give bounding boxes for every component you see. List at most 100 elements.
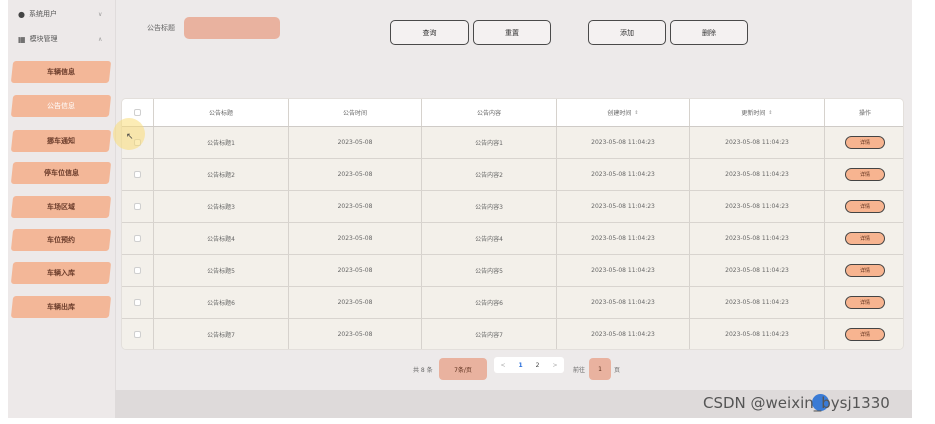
cell-action: 详情	[825, 287, 903, 318]
sort-icon[interactable]: ⇕	[634, 110, 638, 116]
cell-created: 2023-05-08 11:04:23	[557, 255, 690, 286]
next-page-button[interactable]: >	[552, 362, 557, 369]
row-select-cell	[122, 287, 154, 318]
cell-action: 详情	[825, 255, 903, 286]
sidebar-item-label: 车辆信息	[47, 68, 75, 76]
query-button[interactable]: 查询	[390, 20, 469, 45]
sidebar-item-space-reservation[interactable]: 车位预约	[10, 229, 112, 251]
table-row: 公告标题5 2023-05-08 公告内容5 2023-05-08 11:04:23 2…	[122, 255, 903, 287]
row-select-cell	[122, 319, 154, 349]
sidebar-item-lot-area[interactable]: 车场区域	[10, 196, 112, 218]
goto-suffix: 页	[614, 366, 621, 374]
cell-updated: 2023-05-08 11:04:23	[690, 159, 825, 190]
cell-time: 2023-05-08	[289, 319, 422, 349]
page-number-2[interactable]: 2	[536, 362, 540, 369]
sidebar-item-vehicle-info[interactable]: 车辆信息	[10, 61, 112, 83]
row-checkbox[interactable]	[134, 203, 141, 210]
cell-title: 公告标题2	[154, 159, 289, 190]
sidebar-item-label: 公告信息	[47, 102, 75, 110]
cell-time: 2023-05-08	[289, 287, 422, 318]
cell-action: 详情	[825, 159, 903, 190]
row-checkbox[interactable]	[134, 171, 141, 178]
row-checkbox[interactable]	[134, 235, 141, 242]
cell-time: 2023-05-08	[289, 255, 422, 286]
cell-title: 公告标题7	[154, 319, 289, 349]
sidebar-item-label: 挪车通知	[47, 137, 75, 145]
cell-updated: 2023-05-08 11:04:23	[690, 255, 825, 286]
sidebar-item-label: 停车位信息	[43, 169, 79, 177]
header-created-label: 创建时间	[607, 110, 632, 117]
cell-time: 2023-05-08	[289, 127, 422, 158]
select-all-checkbox[interactable]	[134, 109, 141, 116]
watermark-text: CSDN @weixin_bysj1330	[703, 394, 890, 412]
add-button[interactable]: 添加	[588, 20, 666, 45]
cell-content: 公告内容3	[422, 191, 557, 222]
prev-page-button[interactable]: <	[500, 362, 505, 369]
header-content: 公告内容	[422, 99, 557, 126]
row-select-cell	[122, 159, 154, 190]
cell-content: 公告内容7	[422, 319, 557, 349]
detail-button[interactable]: 详情	[845, 232, 885, 245]
reset-button[interactable]: 重置	[473, 20, 551, 45]
cell-time: 2023-05-08	[289, 159, 422, 190]
detail-button[interactable]: 详情	[845, 168, 885, 181]
table-row: 公告标题4 2023-05-08 公告内容4 2023-05-08 11:04:23 2…	[122, 223, 903, 255]
sidebar-group-users[interactable]: ● 系统用户 ∨	[18, 6, 102, 22]
sort-icon[interactable]: ⇕	[768, 110, 772, 116]
sidebar-item-vehicle-exit[interactable]: 车辆出库	[10, 296, 112, 318]
cell-action: 详情	[825, 191, 903, 222]
sidebar-item-notice-info[interactable]: 公告信息	[10, 95, 112, 117]
row-select-cell	[122, 223, 154, 254]
cell-time: 2023-05-08	[289, 223, 422, 254]
cell-title: 公告标题4	[154, 223, 289, 254]
detail-button[interactable]: 详情	[845, 296, 885, 309]
cell-created: 2023-05-08 11:04:23	[557, 223, 690, 254]
detail-button[interactable]: 详情	[845, 264, 885, 277]
row-checkbox[interactable]	[134, 331, 141, 338]
filter-title-input[interactable]	[184, 17, 280, 39]
header-updated[interactable]: 更新时间 ⇕	[690, 99, 825, 126]
cell-updated: 2023-05-08 11:04:23	[690, 319, 825, 349]
table-row: 公告标题7 2023-05-08 公告内容7 2023-05-08 11:04:23 2…	[122, 319, 903, 349]
delete-button[interactable]: 删除	[670, 20, 748, 45]
detail-button[interactable]: 详情	[845, 136, 885, 149]
sidebar-group-label: 模块管理	[29, 35, 58, 43]
page-number-1[interactable]: 1	[518, 362, 522, 369]
detail-button[interactable]: 详情	[845, 200, 885, 213]
row-select-cell	[122, 255, 154, 286]
sidebar-group-modules[interactable]: ▦ 模块管理 ∧	[18, 31, 102, 47]
sidebar-item-move-car-notice[interactable]: 挪车通知	[10, 130, 112, 152]
cell-action: 详情	[825, 319, 903, 349]
cell-created: 2023-05-08 11:04:23	[557, 287, 690, 318]
cell-content: 公告内容5	[422, 255, 557, 286]
sidebar-item-parking-space-info[interactable]: 停车位信息	[10, 162, 112, 184]
sidebar-item-vehicle-entry[interactable]: 车辆入库	[10, 262, 112, 284]
filter-title-label: 公告标题	[147, 24, 175, 32]
table-row: 公告标题1 2023-05-08 公告内容1 2023-05-08 11:04:23 2…	[122, 127, 903, 159]
header-created[interactable]: 创建时间 ⇕	[557, 99, 690, 126]
user-icon: ●	[18, 9, 25, 19]
cell-updated: 2023-05-08 11:04:23	[690, 223, 825, 254]
table-row: 公告标题6 2023-05-08 公告内容6 2023-05-08 11:04:23 2…	[122, 287, 903, 319]
cell-title: 公告标题5	[154, 255, 289, 286]
grid-icon: ▦	[18, 34, 26, 44]
cell-created: 2023-05-08 11:04:23	[557, 127, 690, 158]
table-header: 公告标题 公告时间 公告内容 创建时间 ⇕ 更新时间 ⇕ 操作	[122, 99, 903, 127]
cell-created: 2023-05-08 11:04:23	[557, 159, 690, 190]
page-size-select[interactable]: 7条/页	[439, 358, 487, 380]
pager: < 1 2 >	[494, 357, 564, 373]
row-select-cell	[122, 191, 154, 222]
sidebar-item-label: 车位预约	[47, 236, 75, 244]
cell-title: 公告标题6	[154, 287, 289, 318]
goto-page-input[interactable]: 1	[589, 358, 611, 380]
header-action: 操作	[858, 110, 871, 117]
detail-button[interactable]: 详情	[845, 328, 885, 341]
row-checkbox[interactable]	[134, 267, 141, 274]
sidebar-group-label: 系统用户	[28, 10, 57, 18]
notice-table: 公告标题 公告时间 公告内容 创建时间 ⇕ 更新时间 ⇕ 操作 公告标题1 2023-…	[121, 98, 904, 350]
chevron-down-icon: ∨	[98, 10, 103, 18]
header-updated-label: 更新时间	[741, 110, 766, 117]
row-checkbox[interactable]	[134, 299, 141, 306]
cell-title: 公告标题3	[154, 191, 289, 222]
sidebar: ● 系统用户 ∨ ▦ 模块管理 ∧ 车辆信息 公告信息 挪车通知 停车位信息 车…	[8, 0, 115, 418]
